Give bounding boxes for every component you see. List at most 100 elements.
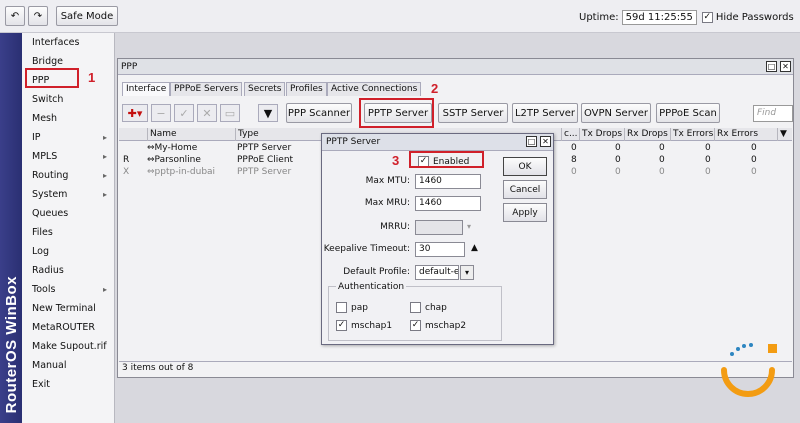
keepalive-timeout-input[interactable]: 30: [415, 242, 465, 257]
find-input[interactable]: Find: [753, 105, 793, 122]
sidebar-item-manual[interactable]: Manual: [22, 356, 115, 375]
max-mru-label: Max MRU:: [364, 198, 410, 208]
tab-active-connections[interactable]: Active Connections: [327, 82, 422, 96]
sidebar-item-label: New Terminal: [32, 303, 96, 314]
sidebar-item-queues[interactable]: Queues: [22, 204, 115, 223]
ok-button[interactable]: OK: [503, 157, 547, 176]
tab-interface[interactable]: Interface: [122, 82, 171, 96]
undo-icon: ↶: [10, 10, 20, 22]
logo-icon: [721, 343, 777, 397]
authentication-group: [328, 286, 502, 341]
ovpn-server-button[interactable]: OVPN Server: [581, 103, 651, 123]
max-mru-input[interactable]: 1460: [415, 196, 481, 211]
row-rx-errors: 0: [751, 167, 757, 177]
apply-button[interactable]: Apply: [503, 203, 547, 222]
auth-chap-option[interactable]: chap: [410, 302, 447, 313]
close-icon[interactable]: ✕: [540, 136, 551, 147]
column-header-name[interactable]: Name: [147, 128, 235, 141]
sidebar-item-system[interactable]: System ▸: [22, 185, 115, 204]
tab-secrets[interactable]: Secrets: [244, 82, 286, 96]
cancel-button[interactable]: Cancel: [503, 180, 547, 199]
tab-pppoe-servers[interactable]: PPPoE Servers: [170, 82, 243, 96]
hide-passwords-checkbox[interactable]: ✓: [701, 12, 713, 23]
uptime-value: 59d 11:25:55: [621, 10, 697, 25]
auth-mschap1-option[interactable]: ✓ mschap1: [336, 320, 392, 331]
auth-mschap2-option[interactable]: ✓ mschap2: [410, 320, 466, 331]
sidebar-item-tools[interactable]: Tools ▸: [22, 280, 115, 299]
row-name: ⇔Parsonline: [147, 155, 201, 165]
hide-passwords-label: Hide Passwords: [715, 12, 794, 23]
sidebar-item-switch[interactable]: Switch: [22, 90, 115, 109]
mrru-input[interactable]: [415, 220, 463, 235]
filter-button[interactable]: ▼: [258, 104, 278, 122]
sidebar-item-ip[interactable]: IP ▸: [22, 128, 115, 147]
sidebar-item-label: Queues: [32, 208, 69, 219]
filter-icon: ▼: [263, 106, 273, 120]
row-name: ⇔My-Home: [147, 143, 198, 153]
dropdown-arrow-icon[interactable]: ▾: [460, 265, 474, 280]
row-tx-drops: 0: [615, 143, 621, 153]
enable-button[interactable]: ✓: [174, 104, 194, 122]
column-header-rx-drops[interactable]: Rx Drops: [624, 128, 670, 141]
maximize-icon[interactable]: □: [526, 136, 537, 147]
plus-icon: ✚▾: [127, 106, 143, 120]
comment-button[interactable]: ▭: [220, 104, 240, 122]
mschap2-checkbox[interactable]: ✓: [410, 320, 421, 331]
sidebar-item-mesh[interactable]: Mesh: [22, 109, 115, 128]
sidebar-item-interfaces[interactable]: Interfaces: [22, 33, 115, 52]
sidebar-item-new-terminal[interactable]: New Terminal: [22, 299, 115, 318]
annotation-number: 2: [431, 81, 439, 96]
default-profile-select[interactable]: default-encr: [415, 265, 459, 280]
pap-label: pap: [351, 302, 368, 313]
l2tp-server-button[interactable]: L2TP Server: [512, 103, 578, 123]
column-header-rx-errors[interactable]: Rx Errors: [714, 128, 762, 141]
column-header-type[interactable]: Type: [235, 128, 323, 141]
sidebar-item-label: System: [32, 189, 68, 200]
redo-button[interactable]: ↷: [28, 6, 48, 26]
sidebar-item-radius[interactable]: Radius: [22, 261, 115, 280]
add-button[interactable]: ✚▾: [122, 104, 148, 122]
sidebar-item-routing[interactable]: Routing ▸: [22, 166, 115, 185]
remove-button[interactable]: −: [151, 104, 171, 122]
safe-mode-button[interactable]: Safe Mode: [56, 6, 118, 26]
column-header-tx-errors[interactable]: Tx Errors: [670, 128, 714, 141]
ppp-window-titlebar[interactable]: PPP □ ✕: [118, 59, 793, 75]
column-header-c[interactable]: c...: [561, 128, 579, 141]
mschap1-checkbox[interactable]: ✓: [336, 320, 347, 331]
chap-label: chap: [425, 302, 447, 313]
brand-label: RouterOS WinBox: [3, 275, 20, 413]
dialog-titlebar[interactable]: PPTP Server □ ✕: [322, 134, 553, 151]
pap-checkbox[interactable]: [336, 302, 347, 313]
row-c: 8: [571, 155, 577, 165]
sstp-server-button[interactable]: SSTP Server: [438, 103, 508, 123]
mrru-dropdown-icon[interactable]: ▾: [467, 222, 471, 231]
highlight-enabled: [409, 151, 484, 168]
sidebar-item-label: MetaROUTER: [32, 322, 96, 333]
submenu-arrow-icon: ▸: [102, 171, 107, 180]
comment-icon: ▭: [224, 106, 236, 120]
columns-dropdown-icon[interactable]: ▼: [777, 128, 792, 141]
mschap1-label: mschap1: [351, 320, 393, 331]
close-icon[interactable]: ✕: [780, 61, 791, 72]
auth-pap-option[interactable]: pap: [336, 302, 368, 313]
sidebar-item-metarouter[interactable]: MetaROUTER: [22, 318, 115, 337]
max-mtu-input[interactable]: 1460: [415, 174, 481, 189]
sidebar-item-make-supout[interactable]: Make Supout.rif: [22, 337, 115, 356]
chap-checkbox[interactable]: [410, 302, 421, 313]
mrru-label: MRRU:: [380, 222, 410, 232]
sidebar-item-exit[interactable]: Exit: [22, 375, 115, 394]
collapse-arrow-icon[interactable]: ▲: [471, 243, 478, 253]
pppoe-scan-button[interactable]: PPPoE Scan: [656, 103, 720, 123]
window-title: PPP: [121, 61, 138, 72]
ppp-scanner-button[interactable]: PPP Scanner: [286, 103, 352, 123]
sidebar-item-mpls[interactable]: MPLS ▸: [22, 147, 115, 166]
column-header-tx-drops[interactable]: Tx Drops: [579, 128, 624, 141]
maximize-icon[interactable]: □: [766, 61, 777, 72]
tab-profiles[interactable]: Profiles: [286, 82, 327, 96]
minus-icon: −: [156, 106, 166, 120]
sidebar-item-log[interactable]: Log: [22, 242, 115, 261]
disable-button[interactable]: ✕: [197, 104, 217, 122]
sidebar-item-files[interactable]: Files: [22, 223, 115, 242]
mschap2-label: mschap2: [425, 320, 467, 331]
undo-button[interactable]: ↶: [5, 6, 25, 26]
